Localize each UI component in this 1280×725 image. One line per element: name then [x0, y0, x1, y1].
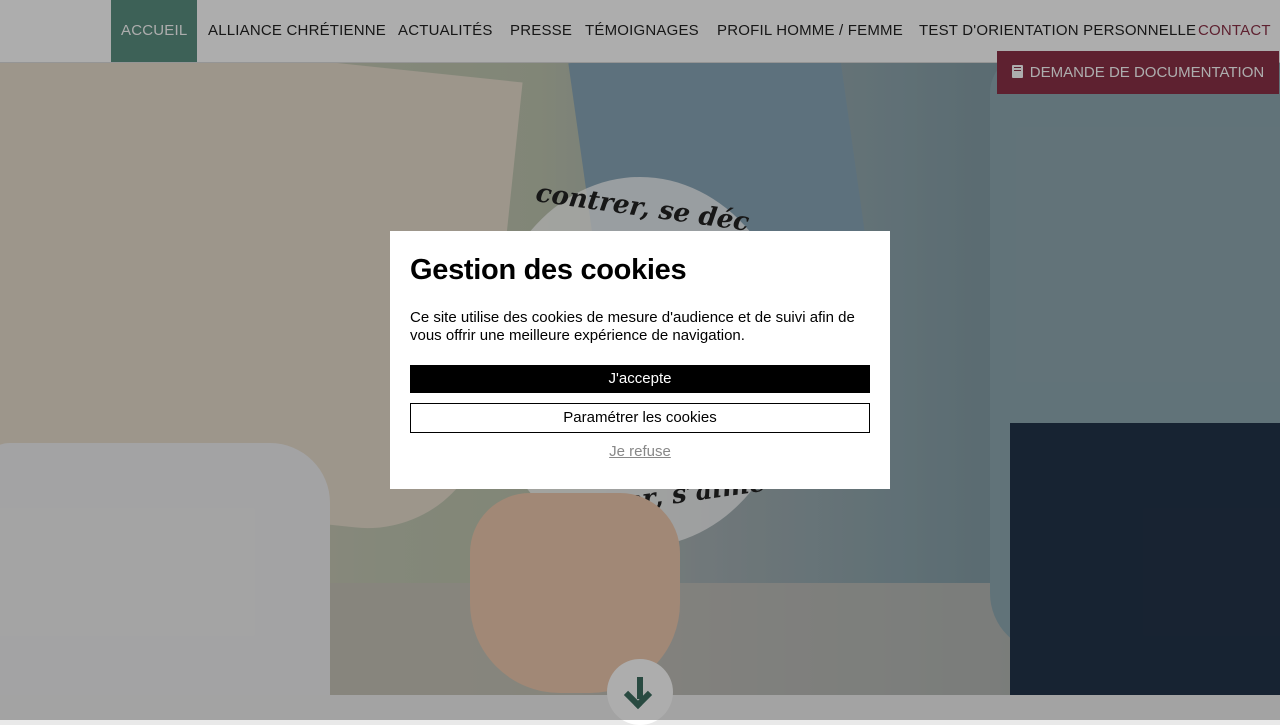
cookie-modal-title: Gestion des cookies: [410, 254, 687, 286]
cookie-modal-text: Ce site utilise des cookies de mesure d'…: [410, 309, 855, 344]
cookie-modal: Gestion des cookies Ce site utilise des …: [390, 231, 890, 489]
refuse-cookies-link[interactable]: Je refuse: [410, 443, 870, 460]
cookie-settings-button[interactable]: Paramétrer les cookies: [410, 403, 870, 433]
accept-cookies-button[interactable]: J'accepte: [410, 365, 870, 393]
